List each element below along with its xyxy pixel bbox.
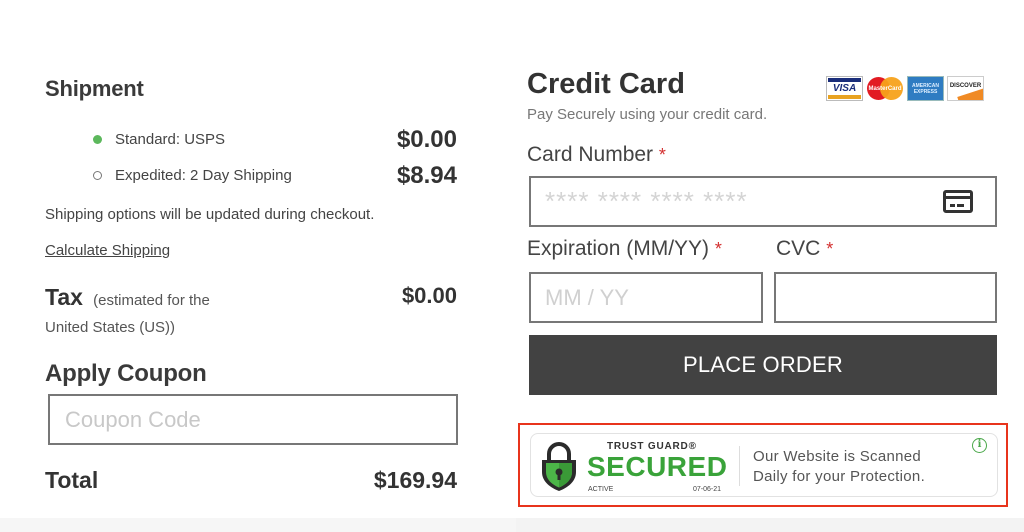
trust-guard-status: SECURED [587, 451, 728, 482]
credit-card-title: Credit Card [527, 68, 685, 100]
credit-card-subtitle: Pay Securely using your credit card. [527, 106, 768, 123]
expiration-input[interactable] [529, 272, 763, 323]
expiration-label: Expiration (MM/YY) * [527, 237, 722, 260]
credit-card-icon [943, 190, 973, 213]
radio-selected-icon[interactable] [93, 135, 102, 144]
shipping-option-label: Standard: USPS [115, 131, 226, 148]
shipping-option-expedited[interactable]: Expedited: 2 Day Shipping [93, 167, 292, 184]
total-label: Total [45, 467, 99, 493]
trust-guard-badge[interactable]: TRUST GUARD® SECURED ACTIVE 07-06-21 Our… [530, 433, 998, 497]
trust-guard-date: 07-06-21 [693, 486, 722, 493]
page-footer-strip [0, 518, 1024, 532]
padlock-shield-icon [542, 442, 576, 491]
visa-logo-icon: VISA [826, 76, 863, 101]
shipping-option-standard[interactable]: Standard: USPS [93, 131, 225, 148]
cvc-label: CVC * [776, 237, 834, 260]
coupon-code-input[interactable] [48, 394, 458, 445]
required-marker: * [658, 145, 666, 165]
place-order-button[interactable]: PLACE ORDER [529, 335, 997, 395]
calculate-shipping-link[interactable]: Calculate Shipping [45, 242, 170, 259]
trust-guard-badge-highlight: TRUST GUARD® SECURED ACTIVE 07-06-21 Our… [518, 423, 1008, 507]
card-number-label: Card Number * [527, 143, 666, 166]
tax-qualifier: (estimated for the [93, 292, 210, 309]
divider [739, 446, 740, 486]
mastercard-logo-icon: MasterCard [866, 76, 904, 101]
info-icon[interactable]: i [972, 438, 987, 453]
shipping-option-price: $0.00 [396, 126, 457, 153]
page-footer-strip-right [516, 518, 1024, 532]
card-number-field[interactable] [529, 176, 997, 227]
shipping-option-price: $8.94 [396, 162, 457, 189]
shipping-note: Shipping options will be updated during … [45, 206, 375, 223]
required-marker: * [826, 239, 834, 259]
discover-logo-icon: DISCOVER [947, 76, 984, 101]
trust-guard-active: ACTIVE [588, 486, 614, 493]
shipping-option-label: Expedited: 2 Day Shipping [115, 167, 292, 184]
accepted-cards: VISA MasterCard AMERICAN EXPRESS DISCOVE… [826, 76, 984, 101]
total-amount: $169.94 [373, 467, 457, 493]
amex-logo-icon: AMERICAN EXPRESS [907, 76, 944, 101]
tax-label: Tax [45, 284, 83, 310]
apply-coupon-title: Apply Coupon [45, 360, 207, 387]
cvc-input[interactable] [774, 272, 997, 323]
tax-amount: $0.00 [401, 283, 457, 308]
tax-qualifier-line2: United States (US)) [45, 319, 176, 336]
trust-guard-message: Our Website is Scanned Daily for your Pr… [753, 448, 926, 485]
required-marker: * [714, 239, 722, 259]
tax-row: Tax (estimated for the [45, 284, 210, 311]
shipment-title: Shipment [45, 76, 144, 101]
card-number-input[interactable] [531, 178, 931, 225]
radio-unselected-icon[interactable] [93, 171, 102, 180]
